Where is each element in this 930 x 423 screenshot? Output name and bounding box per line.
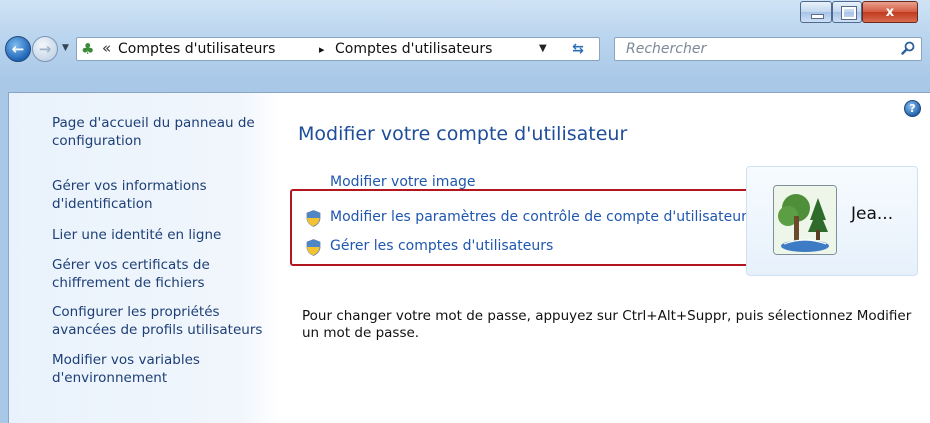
search-icon[interactable] [901, 41, 915, 55]
search-placeholder: Rechercher [626, 41, 707, 57]
link-environment-variables[interactable]: Modifier vos variables d'environnement [52, 351, 277, 387]
page-title: Modifier votre compte d'utilisateur [298, 123, 628, 145]
user-account-tile: Jea... [746, 166, 918, 276]
minimize-icon [811, 14, 824, 19]
link-file-encryption-certificates[interactable]: Gérer vos certificats de chiffrement de … [52, 256, 277, 292]
password-instructions: Pour changer votre mot de passe, appuyez… [302, 308, 912, 341]
address-bar[interactable]: ♣ « Comptes d'utilisateurs ▸ Comptes d'u… [76, 37, 600, 61]
control-panel-window: x ← → ▼ ♣ « Comptes d'utilisateurs ▸ Com… [0, 0, 930, 423]
tasks-pane: Page d'accueil du panneau de configurati… [9, 93, 281, 423]
highlight-frame [290, 189, 758, 266]
content-area: Page d'accueil du panneau de configurati… [8, 92, 930, 423]
recent-pages-dropdown-icon[interactable]: ▼ [62, 43, 69, 53]
link-advanced-profile-properties[interactable]: Configurer les propriétés avancées de pr… [52, 303, 277, 339]
minimize-button[interactable] [800, 1, 832, 23]
refresh-button[interactable]: ⇆ [557, 38, 599, 60]
breadcrumb-item-comptes-1[interactable]: Comptes d'utilisateurs [118, 41, 275, 57]
title-bar: x [0, 0, 930, 34]
change-picture-link[interactable]: Modifier votre image [330, 174, 476, 190]
link-manage-credentials[interactable]: Gérer vos informations d'identification [52, 177, 277, 213]
forward-arrow-icon: → [38, 40, 52, 58]
link-online-identity[interactable]: Lier une identité en ligne [52, 226, 277, 244]
address-dropdown-icon[interactable]: ▼ [539, 43, 547, 54]
avatar-tree-icon [774, 186, 836, 254]
close-icon: x [885, 4, 895, 20]
breadcrumb-overflow-icon[interactable]: « [102, 39, 111, 57]
navigation-bar: ← → ▼ ♣ « Comptes d'utilisateurs ▸ Compt… [0, 33, 930, 65]
breadcrumb-item-comptes-2[interactable]: Comptes d'utilisateurs [335, 41, 492, 57]
forward-button[interactable]: → [32, 36, 58, 62]
maximize-button[interactable] [832, 1, 862, 23]
maximize-icon [841, 6, 857, 20]
users-folder-icon: ♣ [81, 40, 95, 58]
back-arrow-icon: ← [11, 40, 25, 58]
avatar [773, 185, 837, 255]
link-control-panel-home[interactable]: Page d'accueil du panneau de configurati… [52, 114, 277, 150]
search-box[interactable]: Rechercher [614, 37, 922, 61]
breadcrumb-separator-icon[interactable]: ▸ [319, 43, 325, 56]
back-button[interactable]: ← [5, 36, 31, 62]
user-name: Jea... [851, 204, 894, 224]
close-button[interactable]: x [862, 1, 918, 23]
refresh-icon: ⇆ [572, 41, 584, 57]
help-icon[interactable]: ? [904, 100, 921, 117]
